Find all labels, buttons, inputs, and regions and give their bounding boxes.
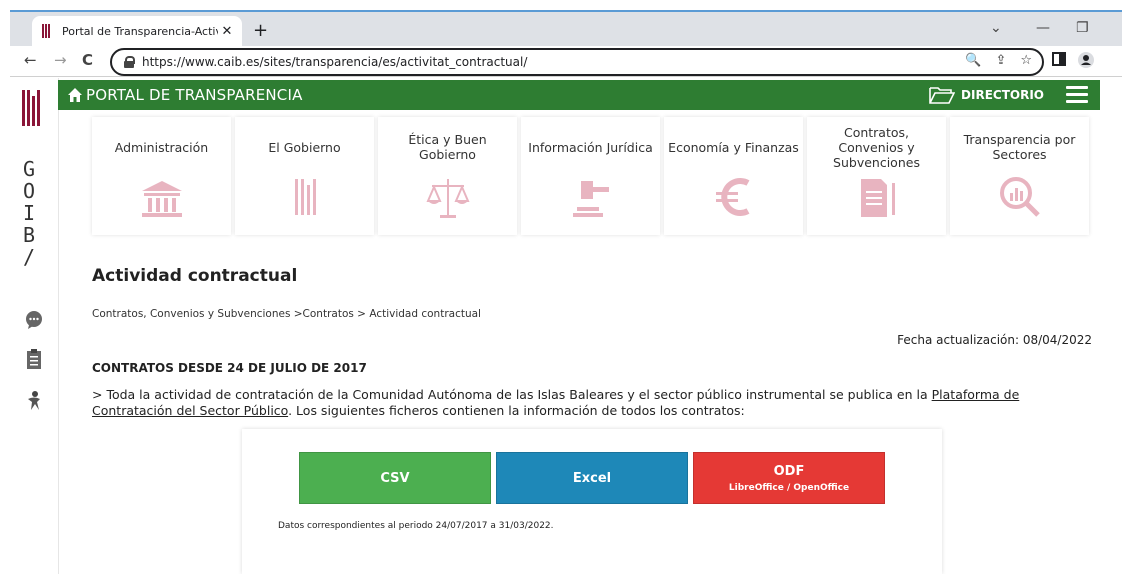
address-bar-row: ← → C https://www.caib.es/sites/transpar… [10, 46, 1122, 77]
csv-download-button[interactable]: CSV [299, 452, 491, 504]
forward-icon[interactable]: → [54, 51, 67, 69]
folder-icon [929, 87, 956, 104]
portal-header: PORTAL DE TRANSPARENCIA DIRECTORIO [58, 80, 1100, 110]
goib-sidebar: G O I B / [10, 78, 59, 574]
tab-search-chevron-icon[interactable]: ⌄ [990, 20, 1002, 36]
odf-download-button[interactable]: ODF LibreOffice / OpenOffice [693, 452, 885, 504]
category-tiles: Administración El Gobierno Ética y Buen … [92, 117, 1092, 235]
minimize-icon[interactable]: — [1036, 20, 1050, 36]
new-tab-icon[interactable]: + [253, 20, 268, 41]
page-title: Actividad contractual [92, 266, 298, 286]
category-etica-buen-gobierno[interactable]: Ética y Buen Gobierno [378, 117, 517, 235]
directory-link[interactable]: DIRECTORIO [929, 86, 1044, 104]
section-heading: CONTRATOS DESDE 24 DE JULIO DE 2017 [92, 361, 367, 375]
home-icon[interactable] [68, 87, 82, 102]
accessibility-icon[interactable] [24, 390, 44, 410]
euro-icon [710, 173, 758, 221]
side-panel-icon[interactable] [1052, 52, 1066, 70]
star-icon[interactable]: ☆ [1020, 53, 1032, 68]
directory-label: DIRECTORIO [961, 88, 1044, 102]
chat-icon[interactable] [24, 310, 44, 330]
back-icon[interactable]: ← [24, 51, 37, 69]
category-economia-finanzas[interactable]: Economía y Finanzas [664, 117, 803, 235]
data-period-note: Datos correspondientes al periodo 24/07/… [278, 521, 554, 531]
zoom-icon[interactable]: 🔍 [965, 53, 981, 68]
building-icon [138, 173, 186, 221]
downloads-panel: CSV Excel ODF LibreOffice / OpenOffice D… [242, 429, 942, 574]
restore-icon[interactable]: ❐ [1076, 20, 1089, 36]
intro-paragraph: > Toda la actividad de contratación de l… [92, 387, 1020, 418]
category-informacion-juridica[interactable]: Información Jurídica [521, 117, 660, 235]
share-icon[interactable]: ⇪ [995, 53, 1006, 68]
tab-title: Portal de Transparencia-Activida… [62, 24, 218, 38]
last-updated: Fecha actualización: 08/04/2022 [897, 333, 1092, 347]
lock-icon [124, 56, 135, 68]
menu-icon[interactable] [1066, 86, 1088, 104]
chart-search-icon [996, 173, 1044, 221]
clipboard-icon[interactable] [24, 348, 44, 369]
goib-wordmark: G O I B / [23, 157, 36, 269]
category-administracion[interactable]: Administración [92, 117, 231, 235]
reload-icon[interactable]: C [82, 51, 93, 69]
government-logo-icon [281, 173, 329, 221]
category-transparencia-sectores[interactable]: Transparencia por Sectores [950, 117, 1089, 235]
tab-close-icon[interactable]: ✕ [218, 24, 236, 39]
profile-avatar-icon[interactable] [1078, 52, 1094, 72]
goib-logo-icon [22, 90, 40, 126]
browser-window: Portal de Transparencia-Activida… ✕ + ⌄ … [0, 0, 1122, 574]
breadcrumb[interactable]: Contratos, Convenios y Subvenciones >Con… [92, 308, 481, 320]
browser-tab[interactable]: Portal de Transparencia-Activida… ✕ [32, 16, 242, 46]
category-el-gobierno[interactable]: El Gobierno [235, 117, 374, 235]
tab-bar: Portal de Transparencia-Activida… ✕ + ⌄ … [10, 10, 1122, 46]
portal-title[interactable]: PORTAL DE TRANSPARENCIA [86, 86, 303, 104]
url-text[interactable]: https://www.caib.es/sites/transparencia/… [142, 55, 527, 69]
document-icon [853, 173, 901, 221]
url-bar[interactable]: https://www.caib.es/sites/transparencia/… [110, 48, 1044, 76]
scales-icon [424, 173, 472, 221]
category-contratos-convenios[interactable]: Contratos, Convenios y Subvenciones [807, 117, 946, 235]
gavel-icon [567, 173, 615, 221]
excel-download-button[interactable]: Excel [496, 452, 688, 504]
caib-favicon-icon [42, 24, 54, 38]
